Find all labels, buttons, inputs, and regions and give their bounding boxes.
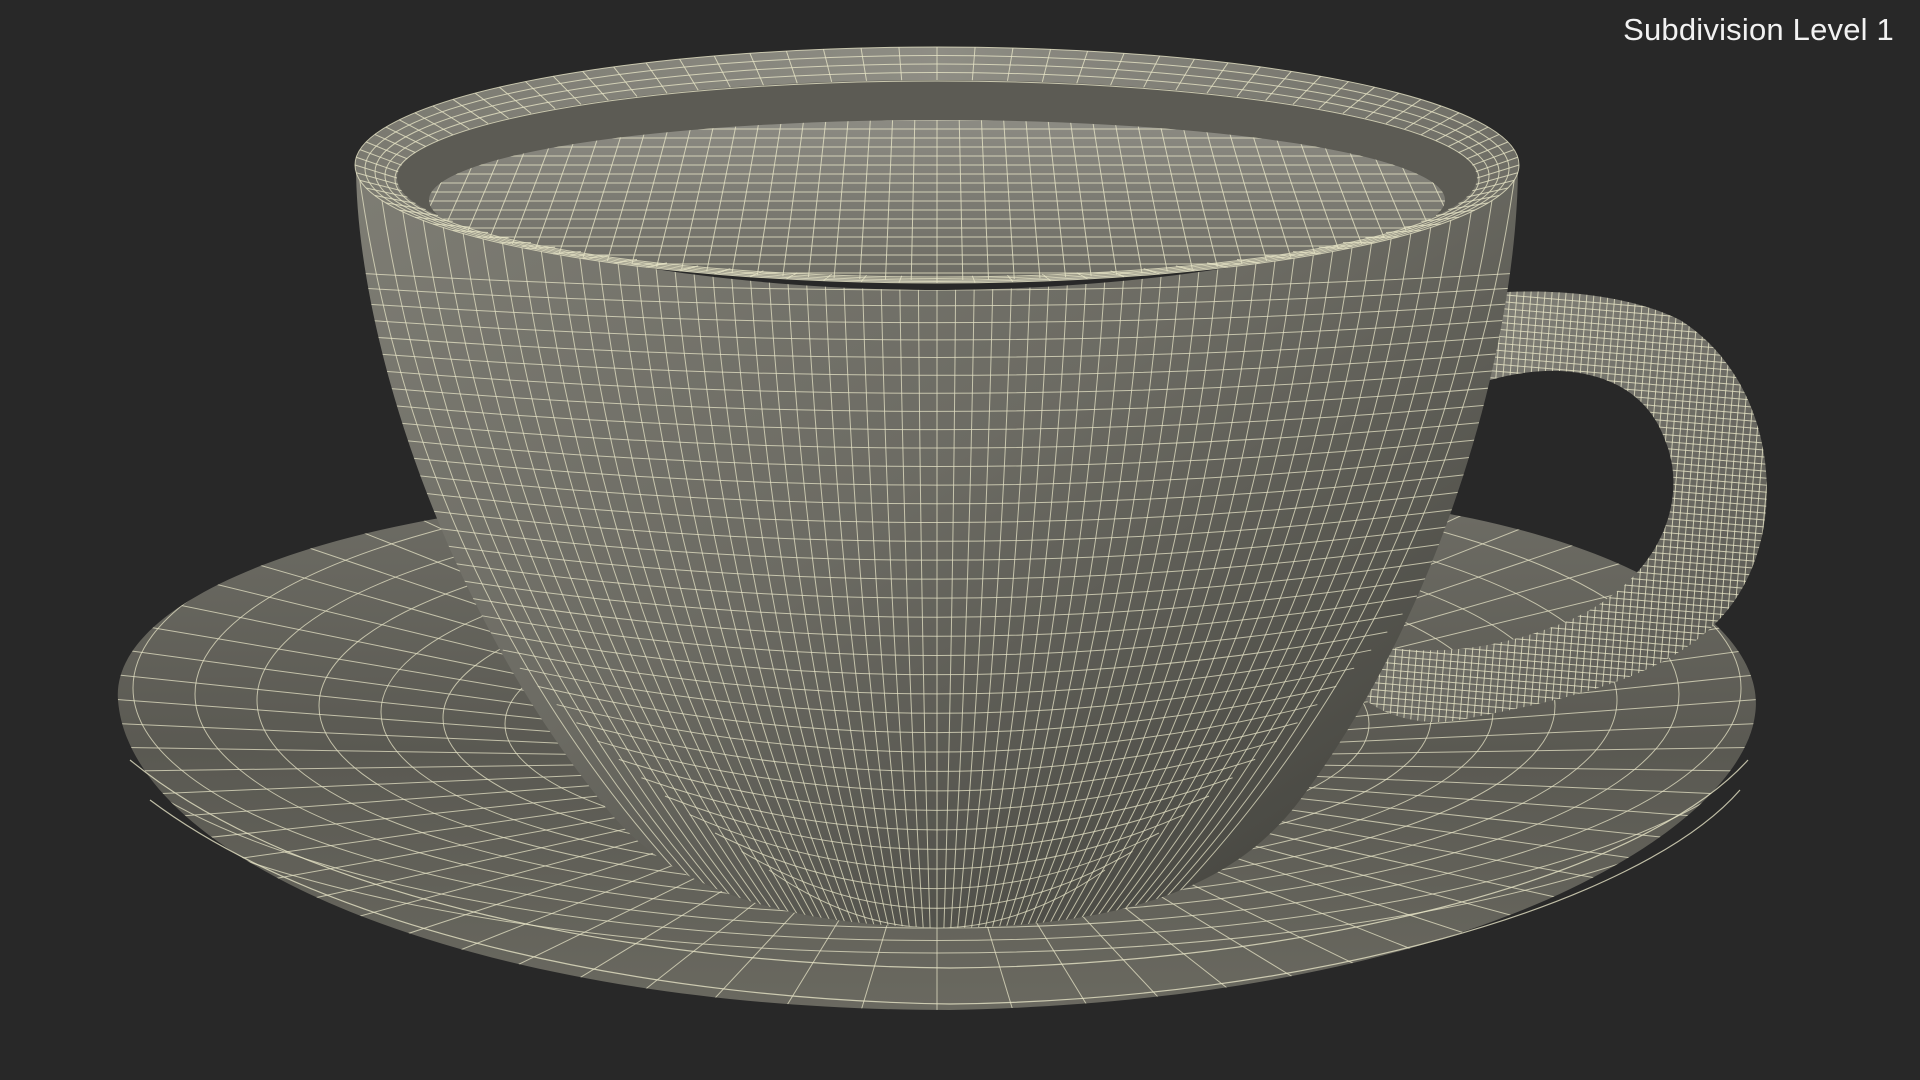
subdivision-level-label: Subdivision Level 1: [1623, 12, 1894, 47]
render-viewport: Subdivision Level 1: [0, 0, 1920, 1080]
wireframe-render: [117, 46, 1767, 1010]
